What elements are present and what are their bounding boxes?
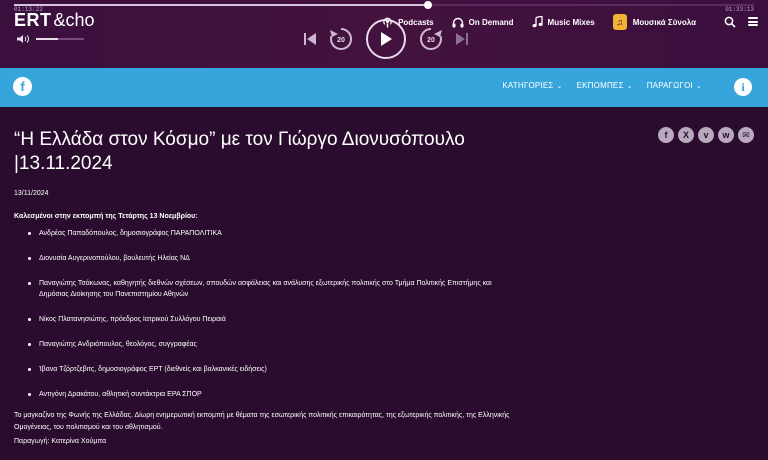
share-x-icon[interactable]: X xyxy=(678,127,694,143)
share-whatsapp-icon[interactable]: w xyxy=(718,127,734,143)
music-mixes-link[interactable]: Music Mixes xyxy=(532,16,595,28)
nav-item-shows[interactable]: ΕΚΠΟΜΠΕΣ ⌄ xyxy=(577,81,633,90)
menu-line xyxy=(748,17,758,19)
article-date: 13/11/2024 xyxy=(14,190,49,197)
article-producer: Παραγωγή: Κατερίνα Χούμπα xyxy=(14,438,107,445)
list-item: Νίκος Πλατανησιώτης, πρόεδρος Ιατρικού Σ… xyxy=(28,314,506,325)
progress-bar[interactable] xyxy=(14,1,754,9)
podcasts-link[interactable]: Podcasts xyxy=(382,17,434,28)
article-description: Το μαγκαζίνο της Φωνής της Ελλάδας. Δίωρ… xyxy=(14,412,510,431)
menu-line xyxy=(748,20,758,23)
chevron-down-icon: ⌄ xyxy=(626,82,633,90)
search-icon[interactable] xyxy=(724,16,736,28)
article-title: “Η Ελλάδα στον Κόσμο” με τον Γιώργο Διον… xyxy=(14,129,465,174)
nav-item-label: ΕΚΠΟΜΠΕΣ xyxy=(576,81,624,90)
menu-line xyxy=(748,24,758,26)
rewind-seconds: 20 xyxy=(337,36,345,44)
facebook-icon[interactable]: f xyxy=(13,77,32,96)
info-icon[interactable]: i xyxy=(734,78,752,96)
skip-forward-icon xyxy=(456,33,468,45)
headphones-icon xyxy=(452,17,464,27)
list-item: Παναγιώτης Ανδριόπουλος, θεολόγος, συγγρ… xyxy=(28,339,506,350)
progress-fill xyxy=(14,4,429,6)
share-buttons: f X v w ✉ xyxy=(654,127,754,143)
volume-slider[interactable] xyxy=(36,38,84,40)
nav-item-producers[interactable]: ΠΑΡΑΓΩΓΟΙ ⌄ xyxy=(647,81,702,90)
volume-fill xyxy=(36,38,58,40)
chevron-down-icon: ⌄ xyxy=(695,82,702,90)
podcasts-label: Podcasts xyxy=(398,17,434,27)
category-navigation: f ΚΑΤΗΓΟΡΙΕΣ ⌄ ΕΚΠΟΜΠΕΣ ⌄ ΠΑΡΑΓΩΓΟΙ ⌄ i xyxy=(0,68,768,107)
on-demand-label: On Demand xyxy=(468,17,514,27)
forward-seconds: 20 xyxy=(427,36,435,44)
share-viber-icon[interactable]: v xyxy=(698,127,714,143)
nav-item-categories[interactable]: ΚΑΤΗΓΟΡΙΕΣ ⌄ xyxy=(502,81,562,90)
share-facebook-icon[interactable]: f xyxy=(658,127,674,143)
channel-badge-icon: ♫ xyxy=(612,14,627,30)
music-mixes-label: Music Mixes xyxy=(547,17,595,27)
channel-link[interactable]: ♫ Μουσικά Σύνολα xyxy=(612,14,696,30)
logo-echo-text: &cho xyxy=(53,10,95,30)
player-bar: 01:13:22 01:33:13 ERT &cho 20 20 Podcast… xyxy=(0,0,768,68)
previous-button[interactable] xyxy=(304,32,316,46)
list-item: Αντιγόνη Δρακάτου, αθλητική συντάκτρια Ε… xyxy=(28,389,506,400)
next-button[interactable] xyxy=(456,32,468,46)
ert-echo-logo[interactable]: ERT &cho xyxy=(14,10,95,34)
logo-ert-text: ERT xyxy=(14,10,52,30)
volume-control[interactable] xyxy=(16,34,84,44)
nav-item-label: ΚΑΤΗΓΟΡΙΕΣ xyxy=(502,81,554,90)
hamburger-menu-icon[interactable] xyxy=(748,17,758,26)
list-item: Ίβανα Τζόρτζεβιτς, δημοσιογράφος ΕΡΤ (δι… xyxy=(28,364,506,375)
nav-menu: ΚΑΤΗΓΟΡΙΕΣ ⌄ ΕΚΠΟΜΠΕΣ ⌄ ΠΑΡΑΓΩΓΟΙ ⌄ xyxy=(488,81,702,90)
list-item: Παναγιώτης Τσάκωνας, καθηγητής διεθνών σ… xyxy=(28,278,506,300)
share-email-icon[interactable]: ✉ xyxy=(738,127,754,143)
podcast-icon xyxy=(383,17,392,28)
time-total: 01:33:13 xyxy=(725,6,754,13)
article: “Η Ελλάδα στον Κόσμο” με τον Γιώργο Διον… xyxy=(14,128,514,445)
play-icon xyxy=(381,32,392,46)
music-note-icon xyxy=(532,16,543,28)
skip-back-icon xyxy=(304,33,316,45)
on-demand-link[interactable]: On Demand xyxy=(452,17,514,28)
speaker-icon[interactable] xyxy=(16,34,30,44)
rewind-20-button[interactable]: 20 xyxy=(328,26,354,52)
top-navigation: Podcasts On Demand Music Mixes ♫ Μουσικά… xyxy=(364,12,696,32)
progress-knob[interactable] xyxy=(424,1,433,9)
channel-label: Μουσικά Σύνολα xyxy=(632,17,696,27)
guest-list: Ανδρέας Παπαδόπουλος, δημοσιογράφος ΠΑΡΑ… xyxy=(28,228,514,400)
nav-item-label: ΠΑΡΑΓΩΓΟΙ xyxy=(646,81,693,90)
guests-heading: Καλεσμένοι στην εκπομπή της Τετάρτης 13 … xyxy=(14,213,198,220)
list-item: Ανδρέας Παπαδόπουλος, δημοσιογράφος ΠΑΡΑ… xyxy=(28,228,506,239)
chevron-down-icon: ⌄ xyxy=(556,82,563,90)
list-item: Διονυσία Αυγερινοπούλου, βουλευτής Ηλεία… xyxy=(28,253,506,264)
